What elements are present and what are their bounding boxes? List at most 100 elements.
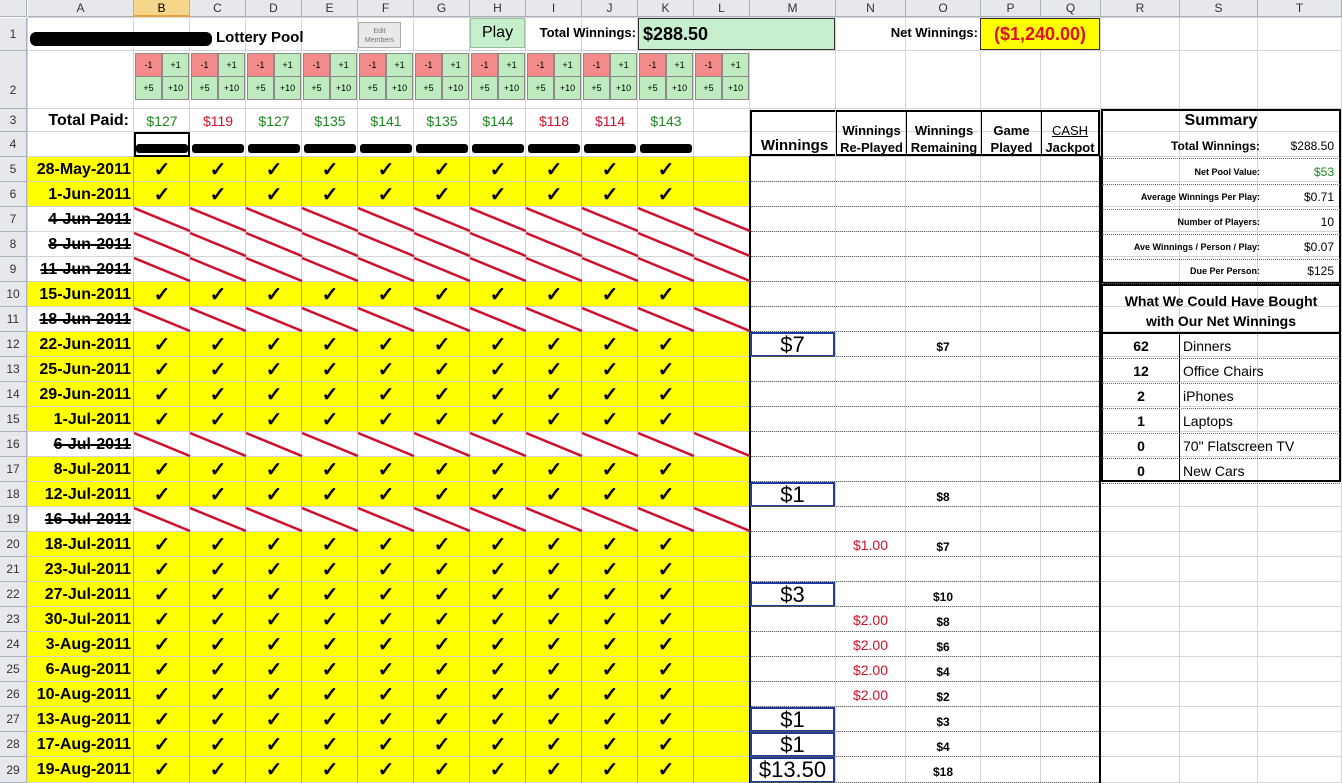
played-check-icon[interactable]: ✓ [246, 533, 302, 557]
plus-one-button[interactable]: +1 [330, 53, 357, 77]
played-check-icon[interactable]: ✓ [134, 383, 190, 407]
played-check-icon[interactable]: ✓ [358, 633, 414, 657]
played-check-icon[interactable]: ✓ [414, 183, 470, 207]
played-check-icon[interactable]: ✓ [190, 458, 246, 482]
played-check-icon[interactable]: ✓ [470, 383, 526, 407]
played-check-icon[interactable]: ✓ [414, 333, 470, 357]
played-check-icon[interactable]: ✓ [358, 158, 414, 182]
column-header-d[interactable]: D [246, 0, 302, 17]
draw-winnings[interactable]: $1 [750, 707, 835, 732]
played-check-icon[interactable]: ✓ [638, 458, 694, 482]
played-check-icon[interactable]: ✓ [358, 558, 414, 582]
played-check-icon[interactable]: ✓ [638, 633, 694, 657]
played-check-icon[interactable]: ✓ [358, 333, 414, 357]
draw-winnings[interactable]: $7 [750, 332, 835, 357]
column-header-r[interactable]: R [1101, 0, 1180, 17]
played-check-icon[interactable]: ✓ [190, 333, 246, 357]
played-check-icon[interactable]: ✓ [638, 733, 694, 757]
played-check-icon[interactable]: ✓ [470, 758, 526, 782]
column-header-c[interactable]: C [190, 0, 246, 17]
played-check-icon[interactable]: ✓ [470, 483, 526, 507]
played-check-icon[interactable]: ✓ [134, 558, 190, 582]
played-check-icon[interactable]: ✓ [638, 608, 694, 632]
column-header-j[interactable]: J [582, 0, 638, 17]
played-check-icon[interactable]: ✓ [470, 458, 526, 482]
played-check-icon[interactable]: ✓ [246, 483, 302, 507]
played-check-icon[interactable]: ✓ [638, 533, 694, 557]
played-check-icon[interactable]: ✓ [582, 458, 638, 482]
played-check-icon[interactable]: ✓ [134, 183, 190, 207]
row-header-1[interactable]: 1 [0, 18, 27, 51]
played-check-icon[interactable]: ✓ [414, 558, 470, 582]
played-check-icon[interactable]: ✓ [526, 583, 582, 607]
played-check-icon[interactable]: ✓ [302, 383, 358, 407]
plus-ten-button[interactable]: +10 [162, 76, 189, 100]
plus-one-button[interactable]: +1 [162, 53, 189, 77]
played-check-icon[interactable]: ✓ [582, 583, 638, 607]
played-check-icon[interactable]: ✓ [134, 633, 190, 657]
plus-five-button[interactable]: +5 [303, 76, 330, 100]
played-check-icon[interactable]: ✓ [302, 283, 358, 307]
played-check-icon[interactable]: ✓ [190, 733, 246, 757]
played-check-icon[interactable]: ✓ [358, 183, 414, 207]
plus-ten-button[interactable]: +10 [386, 76, 413, 100]
plus-five-button[interactable]: +5 [695, 76, 722, 100]
column-header-o[interactable]: O [906, 0, 981, 17]
minus-one-button[interactable]: -1 [191, 53, 218, 77]
played-check-icon[interactable]: ✓ [414, 683, 470, 707]
played-check-icon[interactable]: ✓ [302, 683, 358, 707]
played-check-icon[interactable]: ✓ [414, 608, 470, 632]
played-check-icon[interactable]: ✓ [358, 708, 414, 732]
minus-one-button[interactable]: -1 [415, 53, 442, 77]
played-check-icon[interactable]: ✓ [190, 583, 246, 607]
played-check-icon[interactable]: ✓ [190, 383, 246, 407]
played-check-icon[interactable]: ✓ [582, 658, 638, 682]
played-check-icon[interactable]: ✓ [638, 658, 694, 682]
played-check-icon[interactable]: ✓ [134, 483, 190, 507]
played-check-icon[interactable]: ✓ [582, 733, 638, 757]
played-check-icon[interactable]: ✓ [526, 183, 582, 207]
played-check-icon[interactable]: ✓ [414, 758, 470, 782]
played-check-icon[interactable]: ✓ [526, 558, 582, 582]
played-check-icon[interactable]: ✓ [246, 658, 302, 682]
played-check-icon[interactable]: ✓ [582, 333, 638, 357]
played-check-icon[interactable]: ✓ [246, 558, 302, 582]
draw-winnings[interactable]: $13.50 [750, 757, 835, 783]
plus-five-button[interactable]: +5 [191, 76, 218, 100]
plus-one-button[interactable]: +1 [610, 53, 637, 77]
played-check-icon[interactable]: ✓ [358, 683, 414, 707]
played-check-icon[interactable]: ✓ [414, 158, 470, 182]
plus-one-button[interactable]: +1 [386, 53, 413, 77]
played-check-icon[interactable]: ✓ [302, 483, 358, 507]
played-check-icon[interactable]: ✓ [134, 333, 190, 357]
draw-winnings[interactable]: $1 [750, 732, 835, 757]
played-check-icon[interactable]: ✓ [526, 758, 582, 782]
column-header-s[interactable]: S [1180, 0, 1258, 17]
played-check-icon[interactable]: ✓ [582, 183, 638, 207]
played-check-icon[interactable]: ✓ [358, 358, 414, 382]
played-check-icon[interactable]: ✓ [134, 358, 190, 382]
minus-one-button[interactable]: -1 [471, 53, 498, 77]
played-check-icon[interactable]: ✓ [246, 158, 302, 182]
played-check-icon[interactable]: ✓ [246, 283, 302, 307]
played-check-icon[interactable]: ✓ [414, 733, 470, 757]
played-check-icon[interactable]: ✓ [526, 358, 582, 382]
played-check-icon[interactable]: ✓ [582, 558, 638, 582]
played-check-icon[interactable]: ✓ [134, 733, 190, 757]
played-check-icon[interactable]: ✓ [134, 658, 190, 682]
played-check-icon[interactable]: ✓ [470, 358, 526, 382]
played-check-icon[interactable]: ✓ [526, 683, 582, 707]
played-check-icon[interactable]: ✓ [190, 358, 246, 382]
plus-one-button[interactable]: +1 [498, 53, 525, 77]
minus-one-button[interactable]: -1 [247, 53, 274, 77]
played-check-icon[interactable]: ✓ [470, 283, 526, 307]
plus-five-button[interactable]: +5 [247, 76, 274, 100]
played-check-icon[interactable]: ✓ [302, 708, 358, 732]
played-check-icon[interactable]: ✓ [638, 558, 694, 582]
played-check-icon[interactable]: ✓ [302, 458, 358, 482]
play-button[interactable]: Play [470, 18, 525, 48]
played-check-icon[interactable]: ✓ [358, 583, 414, 607]
minus-one-button[interactable]: -1 [359, 53, 386, 77]
played-check-icon[interactable]: ✓ [470, 608, 526, 632]
column-header-m[interactable]: M [750, 0, 836, 17]
